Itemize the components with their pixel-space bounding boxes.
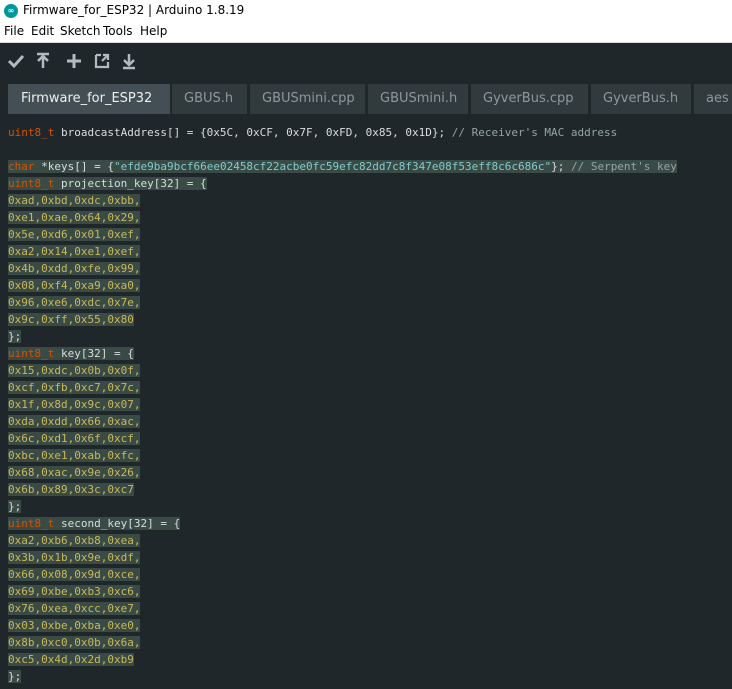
second-key-row: 0xc5,0x4d,0x2d,0xb9 <box>8 653 134 666</box>
upload-button[interactable] <box>33 51 53 71</box>
projection-key-row: 0x5e,0xd6,0x01,0xef, <box>8 228 141 241</box>
checkmark-icon <box>7 54 25 69</box>
tab-gbusmini-cpp[interactable]: GBUSmini.cpp <box>250 84 365 114</box>
second-key-row: 0x66,0x08,0x9d,0xce, <box>8 568 141 581</box>
tab-firmware-for-esp32[interactable]: Firmware_for_ESP32 <box>8 84 170 114</box>
menu-bar: File Edit Sketch Tools Help <box>0 22 732 43</box>
code-line-broadcast: uint8_t broadcastAddress[] = {0x5C, 0xCF… <box>8 126 618 139</box>
tab-gyverbus-cpp[interactable]: GyverBus.cpp <box>471 84 588 114</box>
projection-key-row: 0xa2,0x14,0xe1,0xef, <box>8 245 141 258</box>
tab-gbusmini-h[interactable]: GBUSmini.h <box>368 84 468 114</box>
key-close: }; <box>8 500 22 513</box>
key-row: 0xda,0xdd,0x66,0xac, <box>8 415 141 428</box>
download-arrow-icon <box>123 54 135 70</box>
key-row: 0x15,0xdc,0x0b,0x0f, <box>8 364 141 377</box>
new-button[interactable] <box>64 51 84 71</box>
second-key-row: 0x69,0xbe,0xb3,0xc6, <box>8 585 141 598</box>
code-editor[interactable]: uint8_t broadcastAddress[] = {0x5C, 0xCF… <box>0 114 732 689</box>
verify-button[interactable] <box>6 51 26 71</box>
menu-sketch[interactable]: Sketch <box>60 24 100 38</box>
window-title: Firmware_for_ESP32 | Arduino 1.8.19 <box>23 3 245 17</box>
menu-file[interactable]: File <box>4 24 24 38</box>
second-key-row: 0x03,0xbe,0xba,0xe0, <box>8 619 141 632</box>
menu-edit[interactable]: Edit <box>31 24 54 38</box>
second-key-row: 0x76,0xea,0xcc,0xe7, <box>8 602 141 615</box>
projection-key-row: 0xe1,0xae,0x64,0x29, <box>8 211 141 224</box>
key-row: 0x68,0xac,0x9e,0x26, <box>8 466 141 479</box>
key-row: 0x6b,0x89,0x3c,0xc7 <box>8 483 134 496</box>
code-line-keys: char *keys[] = {"efde9ba9bcf66ee02458cf2… <box>8 160 677 173</box>
projection-key-row: 0x4b,0xdd,0xfe,0x99, <box>8 262 141 275</box>
menu-help[interactable]: Help <box>140 24 167 38</box>
save-button[interactable] <box>119 51 139 71</box>
second-key-decl: uint8_t second_key[32] = { <box>8 517 181 530</box>
upload-arrow-icon <box>37 52 49 68</box>
projection-key-row: 0xad,0xbd,0xdc,0xbb, <box>8 194 141 207</box>
projection-key-row: 0x96,0xe6,0xdc,0x7e, <box>8 296 141 309</box>
projection-key-close: }; <box>8 330 22 343</box>
projection-key-row: 0x08,0xf4,0xa9,0xa0, <box>8 279 141 292</box>
arduino-logo-icon: ∞ <box>4 4 18 18</box>
key-decl: uint8_t key[32] = { <box>8 347 134 360</box>
menu-tools[interactable]: Tools <box>103 24 133 38</box>
tab-gbus-h[interactable]: GBUS.h <box>172 84 247 114</box>
projection-key-decl: uint8_t projection_key[32] = { <box>8 177 207 190</box>
toolbar <box>0 43 732 78</box>
key-row: 0x1f,0x8d,0x9c,0x07, <box>8 398 141 411</box>
second-key-row: 0x3b,0x1b,0x9e,0xdf, <box>8 551 141 564</box>
code-area[interactable]: uint8_t broadcastAddress[] = {0x5C, 0xCF… <box>8 124 677 685</box>
second-key-row: 0xa2,0xb6,0xb8,0xea, <box>8 534 141 547</box>
plus-icon <box>67 54 81 68</box>
key-row: 0x6c,0xd1,0x6f,0xcf, <box>8 432 141 445</box>
projection-key-row: 0x9c,0xff,0x55,0x80 <box>8 313 134 326</box>
second-key-row: 0x8b,0xc0,0x0b,0x6a, <box>8 636 141 649</box>
open-icon <box>94 53 110 69</box>
key-row: 0xcf,0xfb,0xc7,0x7c, <box>8 381 141 394</box>
title-bar: ∞ Firmware_for_ESP32 | Arduino 1.8.19 <box>0 0 732 22</box>
tab-bar: Firmware_for_ESP32 GBUS.h GBUSmini.cpp G… <box>0 78 732 114</box>
second-key-close: }; <box>8 670 22 683</box>
tab-aes[interactable]: aes <box>694 84 732 114</box>
tab-gyverbus-h[interactable]: GyverBus.h <box>591 84 691 114</box>
key-row: 0xbc,0xe1,0xab,0xfc, <box>8 449 141 462</box>
open-button[interactable] <box>92 51 112 71</box>
